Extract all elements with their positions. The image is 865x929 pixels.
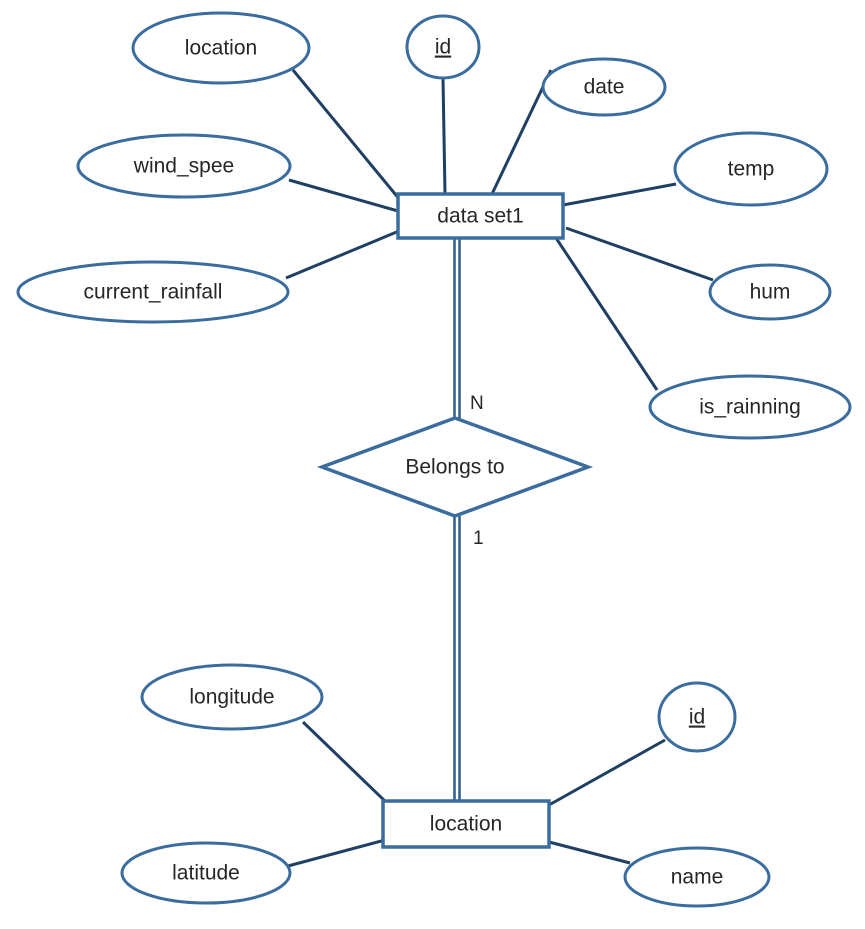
connector-line (287, 838, 386, 868)
attribute-ds_wind_spee[interactable]: wind_spee (76, 133, 292, 199)
attribute-ds_location[interactable]: location (131, 11, 311, 85)
attribute-key-label: id (435, 36, 451, 59)
connector-line (285, 229, 400, 280)
attribute-label: latitude (172, 862, 240, 885)
connector-line (288, 178, 399, 213)
connector-line (565, 226, 714, 282)
attribute-label: hum (750, 281, 791, 304)
attribute-label: temp (728, 158, 775, 181)
relationship-belongs_to[interactable]: Belongs to (316, 416, 594, 518)
double-connector-line (453, 516, 461, 801)
attribute-label: location (185, 37, 257, 60)
entity-label: location (430, 813, 502, 836)
attribute-loc_id[interactable]: id (657, 681, 737, 753)
er-diagram-svg: Belongs to location id date wind_spee temp cu… (16, 11, 852, 908)
attribute-ds_temp[interactable]: temp (673, 131, 829, 207)
connector-line (291, 69, 402, 201)
attribute-ds_is_rainning[interactable]: is_rainning (648, 374, 852, 440)
attribute-loc_longitude[interactable]: longitude (140, 663, 324, 731)
cardinality-label: 1 (473, 528, 484, 549)
connector-line (301, 720, 389, 805)
attribute-loc_latitude[interactable]: latitude (120, 841, 292, 905)
er-diagram-canvas: Belongs to location id date wind_spee temp cu… (0, 0, 865, 929)
entity-label: data set1 (437, 205, 523, 228)
entities-group: data set1 location (381, 192, 565, 849)
cardinality-label: N (470, 393, 484, 414)
attribute-ds_date[interactable]: date (541, 57, 667, 117)
double-connector-line (453, 238, 461, 419)
connector-line (548, 840, 631, 865)
connector-line (441, 77, 447, 195)
attribute-label: longitude (189, 686, 274, 709)
attribute-label: name (671, 866, 724, 889)
connector-line (554, 237, 659, 391)
relationship-label: Belongs to (405, 456, 504, 479)
attribute-label: is_rainning (699, 396, 801, 419)
attribute-loc_name[interactable]: name (623, 846, 771, 908)
attribute-ds_hum[interactable]: hum (708, 263, 832, 321)
entity-location[interactable]: location (381, 799, 551, 849)
double-connector-lines-group (453, 238, 461, 801)
entity-data_set1[interactable]: data set1 (396, 192, 565, 240)
relationships-group: Belongs to (316, 416, 594, 518)
attribute-key-label: id (689, 706, 705, 729)
connector-line (548, 738, 666, 807)
attribute-ds_current_rainfall[interactable]: current_rainfall (16, 260, 290, 324)
attribute-label: wind_spee (133, 155, 234, 178)
attribute-ds_id[interactable]: id (405, 14, 481, 80)
connector-line (562, 182, 677, 207)
attribute-label: date (584, 76, 625, 99)
attribute-label: current_rainfall (84, 281, 223, 304)
